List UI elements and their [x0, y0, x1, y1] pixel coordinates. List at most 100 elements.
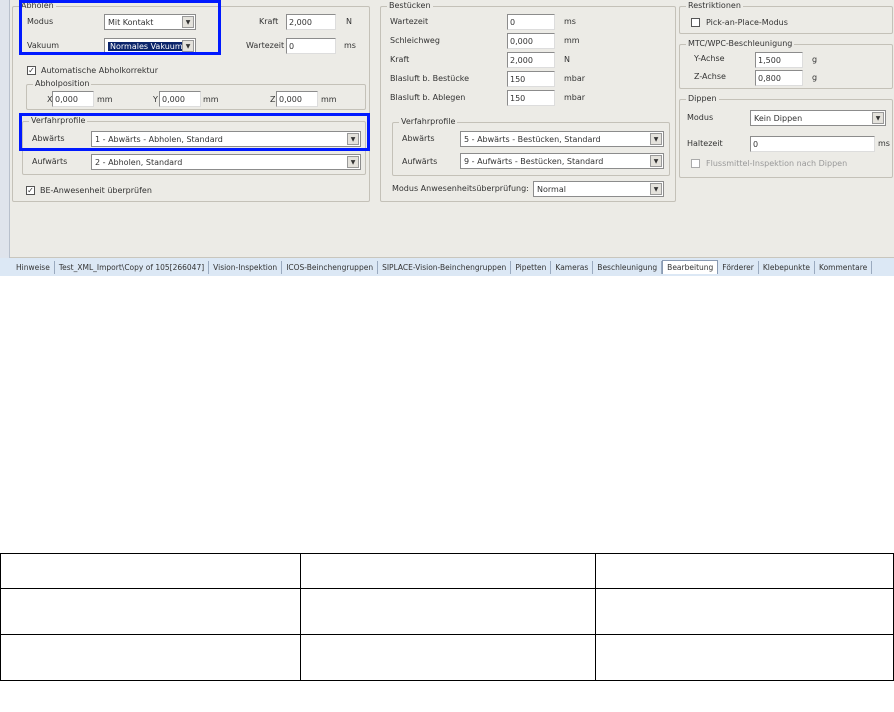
bestuecken-field-input[interactable]: 0: [507, 14, 555, 30]
z-achse-unit: g: [812, 73, 818, 82]
bestuecken-field-label: Kraft: [390, 55, 410, 64]
abwaerts-value: 5 - Abwärts - Bestücken, Standard: [464, 135, 601, 144]
be-check-label: BE-Anwesenheit überprüfen: [40, 186, 152, 195]
z-label: Z: [270, 95, 276, 104]
table-cell: [595, 588, 894, 635]
tab-bar: Hinweise Test_XML_Import\Copy of 105[2660…: [0, 258, 894, 276]
bestuecken-field-unit: ms: [564, 17, 576, 26]
tab-siplace-vision-beinchengruppen[interactable]: SIPLACE-Vision-Beinchengruppen: [378, 260, 512, 274]
left-strip: [0, 0, 10, 258]
z-input[interactable]: 0,000: [276, 91, 318, 107]
table-cell: [0, 553, 301, 589]
verfahrprofile-title: Verfahrprofile: [399, 117, 458, 126]
z-achse-label: Z-Achse: [694, 72, 726, 81]
wartezeit-unit: ms: [344, 41, 356, 50]
y-label: Y: [153, 95, 158, 104]
anwesenheit-modus-label: Modus Anwesenheitsüberprüfung:: [392, 184, 529, 193]
chevron-down-icon[interactable]: ▼: [650, 133, 662, 145]
bestuecken-abwaerts-select[interactable]: 5 - Abwärts - Bestücken, Standard ▼: [460, 131, 664, 147]
chevron-down-icon[interactable]: ▼: [650, 183, 662, 195]
tab-kommentare[interactable]: Kommentare: [815, 260, 873, 274]
tab-vision-inspektion[interactable]: Vision-Inspektion: [209, 260, 283, 274]
auto-korrektur-label: Automatische Abholkorrektur: [41, 66, 159, 75]
pick-place-checkbox[interactable]: [691, 18, 700, 27]
bestuecken-field-input[interactable]: 150: [507, 71, 555, 87]
kraft-unit: N: [346, 17, 352, 26]
anwesenheit-modus-value: Normal: [537, 185, 566, 194]
tab-hinweise[interactable]: Hinweise: [12, 260, 55, 274]
kraft-input[interactable]: 2,000: [286, 14, 336, 30]
bestuecken-field-label: Wartezeit: [390, 17, 429, 26]
tab-icos-beinchengruppen[interactable]: ICOS-Beinchengruppen: [282, 260, 379, 274]
fluss-inspektion-checkbox[interactable]: [691, 159, 700, 168]
abholen-aufwaerts-select[interactable]: 2 - Abholen, Standard ▼: [91, 154, 361, 170]
highlight-box-abholen: [19, 0, 221, 55]
kraft-label: Kraft: [259, 17, 279, 26]
table-cell: [300, 634, 596, 681]
chevron-down-icon[interactable]: ▼: [872, 112, 884, 124]
y-unit: mm: [203, 95, 219, 104]
tab-förderer[interactable]: Förderer: [718, 260, 759, 274]
x-unit: mm: [97, 95, 113, 104]
table-cell: [595, 553, 894, 589]
bestuecken-field-input[interactable]: 2,000: [507, 52, 555, 68]
dippen-modus-value: Kein Dippen: [754, 114, 803, 123]
dippen-modus-select[interactable]: Kein Dippen ▼: [750, 110, 886, 126]
tab-klebepunkte[interactable]: Klebepunkte: [759, 260, 816, 274]
bestuecken-field-label: Blasluft b. Bestücke: [390, 74, 470, 83]
x-input[interactable]: 0,000: [52, 91, 94, 107]
auto-korrektur-checkbox[interactable]: ✓: [27, 66, 36, 75]
bestuecken-field-label: Blasluft b. Ablegen: [390, 93, 466, 102]
pick-place-label: Pick-an-Place-Modus: [706, 18, 788, 27]
abholposition-title: Abholposition: [33, 79, 92, 88]
highlight-box-verfahrprofile: [19, 113, 370, 151]
bestuecken-field-unit: mbar: [564, 93, 586, 102]
wartezeit-input[interactable]: 0: [286, 38, 336, 54]
y-achse-input[interactable]: 1,500: [755, 52, 803, 68]
chevron-down-icon[interactable]: ▼: [650, 155, 662, 167]
y-input[interactable]: 0,000: [159, 91, 201, 107]
y-achse-unit: g: [812, 55, 818, 64]
tab-kameras[interactable]: Kameras: [551, 260, 594, 274]
table-cell: [0, 588, 301, 635]
z-achse-input[interactable]: 0,800: [755, 70, 803, 86]
dippen-title: Dippen: [686, 94, 719, 103]
haltezeit-label: Haltezeit: [687, 139, 723, 148]
haltezeit-unit: ms: [878, 139, 890, 148]
tab-beschleunigung[interactable]: Beschleunigung: [593, 260, 663, 274]
screenshot: Abholen Modus Mit Kontakt ▼ Vakuum Normal…: [0, 0, 894, 276]
beschleunigung-title: MTC/WPC-Beschleunigung: [686, 39, 795, 48]
anwesenheit-modus-select[interactable]: Normal ▼: [533, 181, 664, 197]
table-cell: [300, 588, 596, 635]
aufwaerts-value: 2 - Abholen, Standard: [95, 158, 183, 167]
aufwaerts-value: 9 - Aufwärts - Bestücken, Standard: [464, 157, 604, 166]
wartezeit-label: Wartezeit: [246, 41, 285, 50]
bestuecken-field-input[interactable]: 150: [507, 90, 555, 106]
fluss-inspektion-label: Flussmittel-Inspektion nach Dippen: [706, 159, 848, 168]
aufwaerts-label: Aufwärts: [32, 157, 68, 166]
bestuecken-field-label: Schleichweg: [390, 36, 440, 45]
abwaerts-label: Abwärts: [402, 134, 435, 143]
bestuecken-field-unit: N: [564, 55, 570, 64]
haltezeit-input[interactable]: 0: [750, 136, 875, 152]
aufwaerts-label: Aufwärts: [402, 157, 438, 166]
bestuecken-title: Bestücken: [387, 1, 433, 10]
tab-pipetten[interactable]: Pipetten: [511, 260, 552, 274]
dippen-modus-label: Modus: [687, 113, 714, 122]
restriktionen-title: Restriktionen: [686, 1, 743, 10]
chevron-down-icon[interactable]: ▼: [347, 156, 359, 168]
bestuecken-field-unit: mm: [564, 36, 580, 45]
tab-bearbeitung[interactable]: Bearbeitung: [662, 260, 719, 274]
tab-test-xml-import-copy-of-105-266047-[interactable]: Test_XML_Import\Copy of 105[266047]: [55, 260, 210, 274]
bestuecken-aufwaerts-select[interactable]: 9 - Aufwärts - Bestücken, Standard ▼: [460, 153, 664, 169]
table-cell: [595, 634, 894, 681]
table-cell: [300, 553, 596, 589]
y-achse-label: Y-Achse: [694, 54, 725, 63]
be-check-checkbox[interactable]: ✓: [26, 186, 35, 195]
table-cell: [0, 634, 301, 681]
bearbeitung-panel: Abholen Modus Mit Kontakt ▼ Vakuum Normal…: [10, 0, 894, 258]
bestuecken-field-unit: mbar: [564, 74, 586, 83]
empty-table: [0, 553, 894, 681]
bestuecken-field-input[interactable]: 0,000: [507, 33, 555, 49]
z-unit: mm: [321, 95, 337, 104]
